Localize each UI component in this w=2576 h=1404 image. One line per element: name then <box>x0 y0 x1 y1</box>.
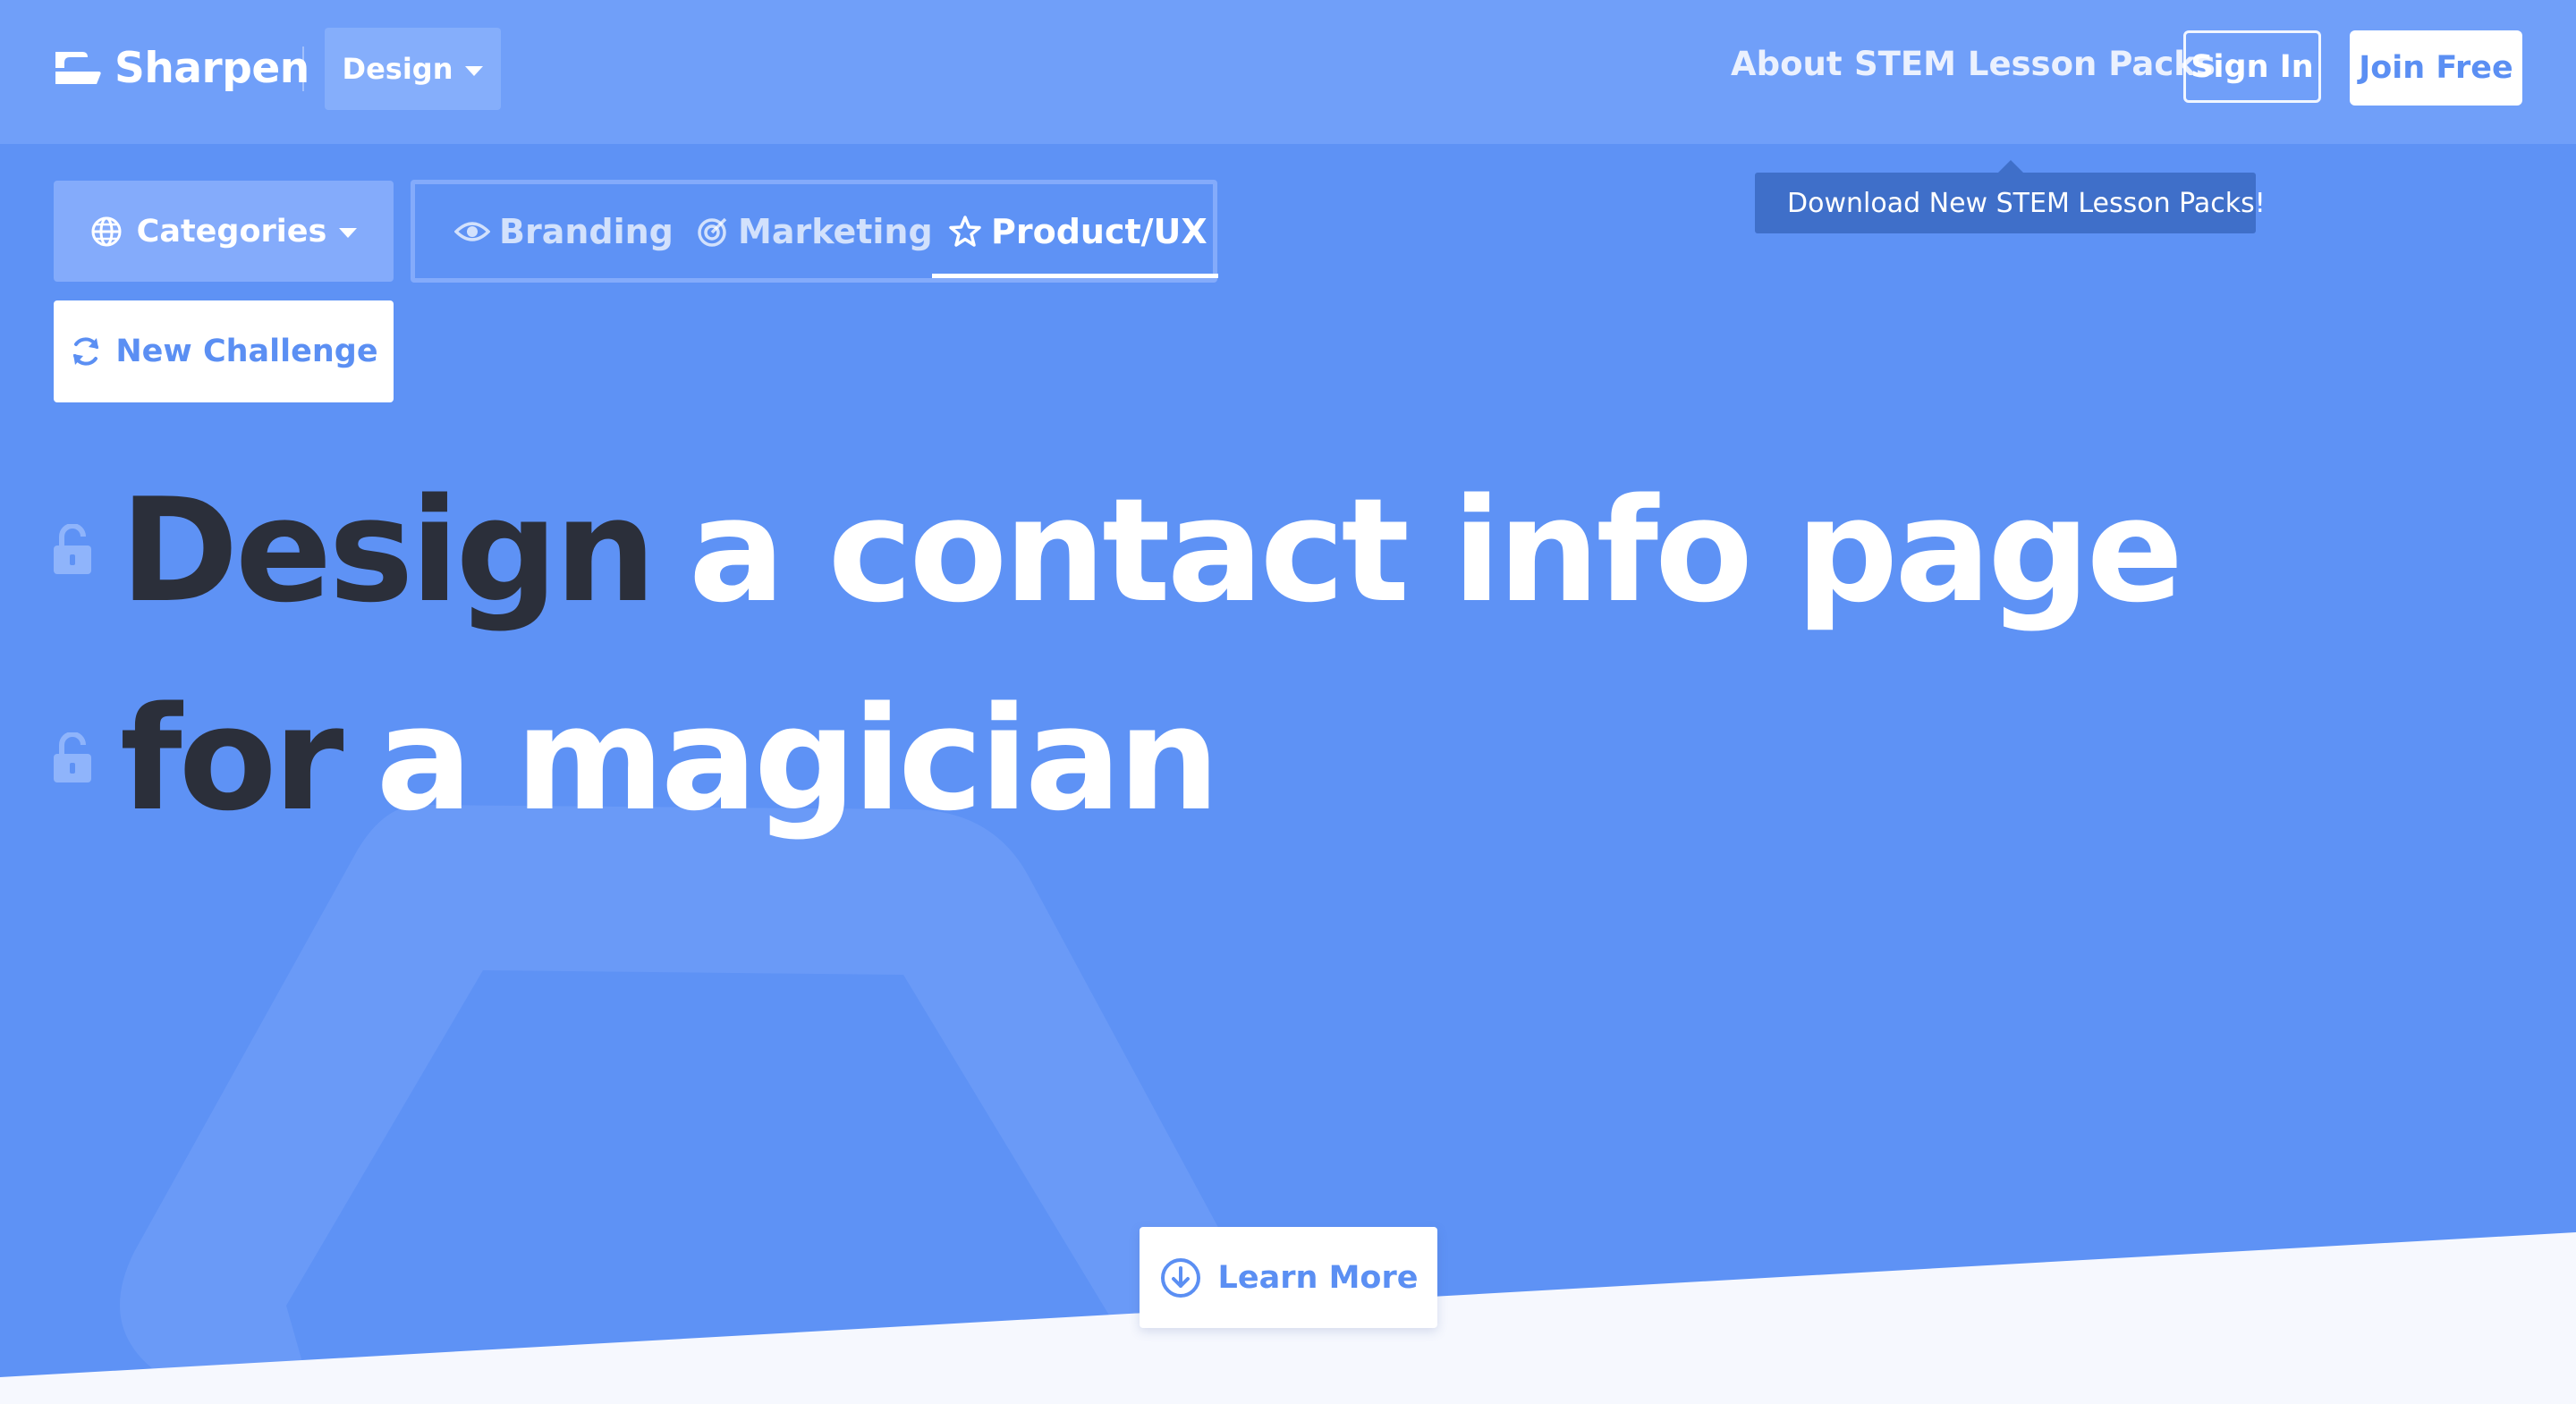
challenge-subject[interactable]: a magician <box>376 675 1219 842</box>
chevron-down-icon <box>465 65 484 76</box>
target-icon <box>698 217 727 247</box>
nav-divider <box>302 47 304 91</box>
globe-icon <box>91 216 122 246</box>
challenge-line-2: for a magician <box>54 675 1220 842</box>
categories-dropdown[interactable]: Categories <box>54 181 394 282</box>
tab-marketing-label: Marketing <box>738 211 933 251</box>
top-navigation-bar: Sharpen Design About STEM Lesson Packs S… <box>0 0 2576 144</box>
nav-about-link[interactable]: About <box>1731 45 1843 83</box>
brand-logo[interactable]: Sharpen <box>52 39 309 97</box>
star-icon <box>949 215 981 247</box>
tab-branding-label: Branding <box>499 211 674 251</box>
sharpen-logo-icon <box>55 52 101 84</box>
challenge-verb[interactable]: Design <box>120 467 657 634</box>
tooltip-text: Download New STEM Lesson Packs! <box>1787 187 2266 219</box>
background-logo-shape <box>120 805 1270 1404</box>
chevron-down-icon <box>339 228 358 238</box>
join-free-button[interactable]: Join Free <box>2350 30 2522 106</box>
tab-branding[interactable]: Branding <box>454 184 674 278</box>
eye-icon <box>454 221 490 241</box>
brand-name: Sharpen <box>114 43 309 93</box>
unlock-icon[interactable] <box>54 732 91 784</box>
active-tab-indicator <box>932 274 1218 278</box>
learn-more-label: Learn More <box>1217 1259 1419 1296</box>
tab-marketing[interactable]: Marketing <box>697 184 933 278</box>
sign-in-button[interactable]: Sign In <box>2183 30 2321 103</box>
section-dropdown-label: Design <box>342 52 453 86</box>
challenge-prefix[interactable]: for <box>120 675 343 842</box>
section-dropdown[interactable]: Design <box>325 28 501 110</box>
new-challenge-button[interactable]: New Challenge <box>54 300 394 402</box>
arrow-down-circle-icon <box>1160 1257 1200 1298</box>
tab-product-ux[interactable]: Product/UX <box>948 184 1208 278</box>
stem-packs-tooltip[interactable]: Download New STEM Lesson Packs! <box>1755 160 2266 233</box>
category-tabs: Branding Marketing Product/UX <box>411 180 1218 283</box>
learn-more-button[interactable]: Learn More <box>1140 1227 1437 1328</box>
categories-label: Categories <box>136 213 327 250</box>
unlock-icon[interactable] <box>54 524 91 576</box>
refresh-icon <box>73 337 99 366</box>
tab-product-ux-label: Product/UX <box>991 211 1208 251</box>
new-challenge-label: New Challenge <box>115 334 378 369</box>
nav-stem-lesson-packs-link[interactable]: STEM Lesson Packs <box>1854 45 2216 83</box>
challenge-line-1: Design a contact info page <box>54 467 2183 634</box>
challenge-object[interactable]: a contact info page <box>689 467 2183 634</box>
